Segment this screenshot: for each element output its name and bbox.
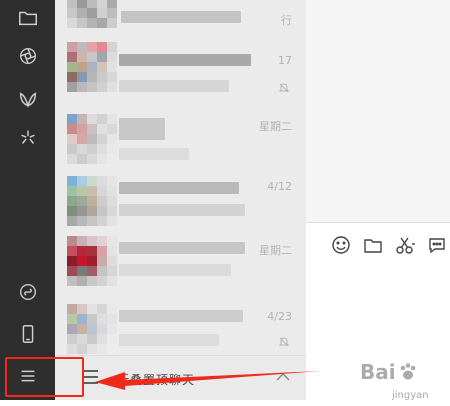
chat-name xyxy=(119,310,243,322)
scissors-icon[interactable] xyxy=(394,234,416,256)
watermark-sub: jingyan xyxy=(392,390,429,401)
chat-row[interactable]: 行 xyxy=(55,0,306,35)
mute-bell-icon xyxy=(278,337,290,347)
chat-time: 星期二 xyxy=(259,120,292,133)
aperture-icon xyxy=(19,47,37,65)
avatar xyxy=(67,42,117,92)
folder-icon xyxy=(19,11,37,26)
chat-name xyxy=(119,118,165,140)
message-preview xyxy=(119,264,231,276)
annotation-highlight-box xyxy=(5,357,84,397)
avatar xyxy=(67,304,117,354)
chat-row[interactable]: 4/23 xyxy=(55,296,306,359)
moments-nav-button[interactable] xyxy=(10,40,46,72)
chat-name xyxy=(119,54,251,66)
watermark-brand: Bai xyxy=(360,360,396,384)
mini-program-nav-button[interactable] xyxy=(10,276,46,308)
chat-time: 星期二 xyxy=(259,244,292,257)
chat-pane xyxy=(306,0,450,400)
sidebar xyxy=(0,0,55,400)
watermark: Bai jingyan xyxy=(352,356,450,406)
chat-name xyxy=(119,182,239,194)
wechat-window: 行 17 星期二 4/12 星期二 4/23 Bai jingyan xyxy=(0,0,450,406)
mute-bell-icon xyxy=(278,83,290,93)
chat-time: 4/23 xyxy=(267,310,292,323)
butterfly-icon xyxy=(19,92,37,108)
phone-nav-button[interactable] xyxy=(10,318,46,350)
message-area xyxy=(306,0,450,222)
emoji-icon[interactable] xyxy=(330,234,352,256)
folder-nav-button[interactable] xyxy=(10,2,46,34)
chat-row[interactable]: 17 xyxy=(55,38,306,101)
chat-row[interactable]: 星期二 xyxy=(55,110,306,173)
phone-icon xyxy=(22,325,34,343)
spark-icon xyxy=(21,130,35,144)
chat-name xyxy=(119,242,245,254)
message-preview xyxy=(119,334,219,346)
avatar xyxy=(67,236,117,286)
chat-row[interactable]: 4/12 xyxy=(55,172,306,235)
mini-program-icon xyxy=(19,283,37,301)
chat-time: 17 xyxy=(278,54,292,67)
message-preview xyxy=(119,80,229,92)
chat-time: 4/12 xyxy=(267,180,292,193)
avatar xyxy=(67,114,117,164)
paw-icon xyxy=(400,363,416,380)
message-preview xyxy=(119,204,245,216)
folder-icon[interactable] xyxy=(362,234,384,256)
chat-list: 行 17 星期二 4/12 星期二 4/23 xyxy=(55,0,306,400)
chat-bubble-icon[interactable] xyxy=(426,234,448,256)
annotation-arrow-icon xyxy=(95,371,320,390)
discover-nav-button[interactable] xyxy=(10,122,46,154)
message-preview xyxy=(119,148,189,160)
chat-row[interactable]: 星期二 xyxy=(55,232,306,295)
channels-nav-button[interactable] xyxy=(10,84,46,116)
message-preview xyxy=(121,11,241,23)
avatar xyxy=(67,176,117,226)
chat-time: 行 xyxy=(281,14,292,27)
avatar xyxy=(67,0,117,28)
